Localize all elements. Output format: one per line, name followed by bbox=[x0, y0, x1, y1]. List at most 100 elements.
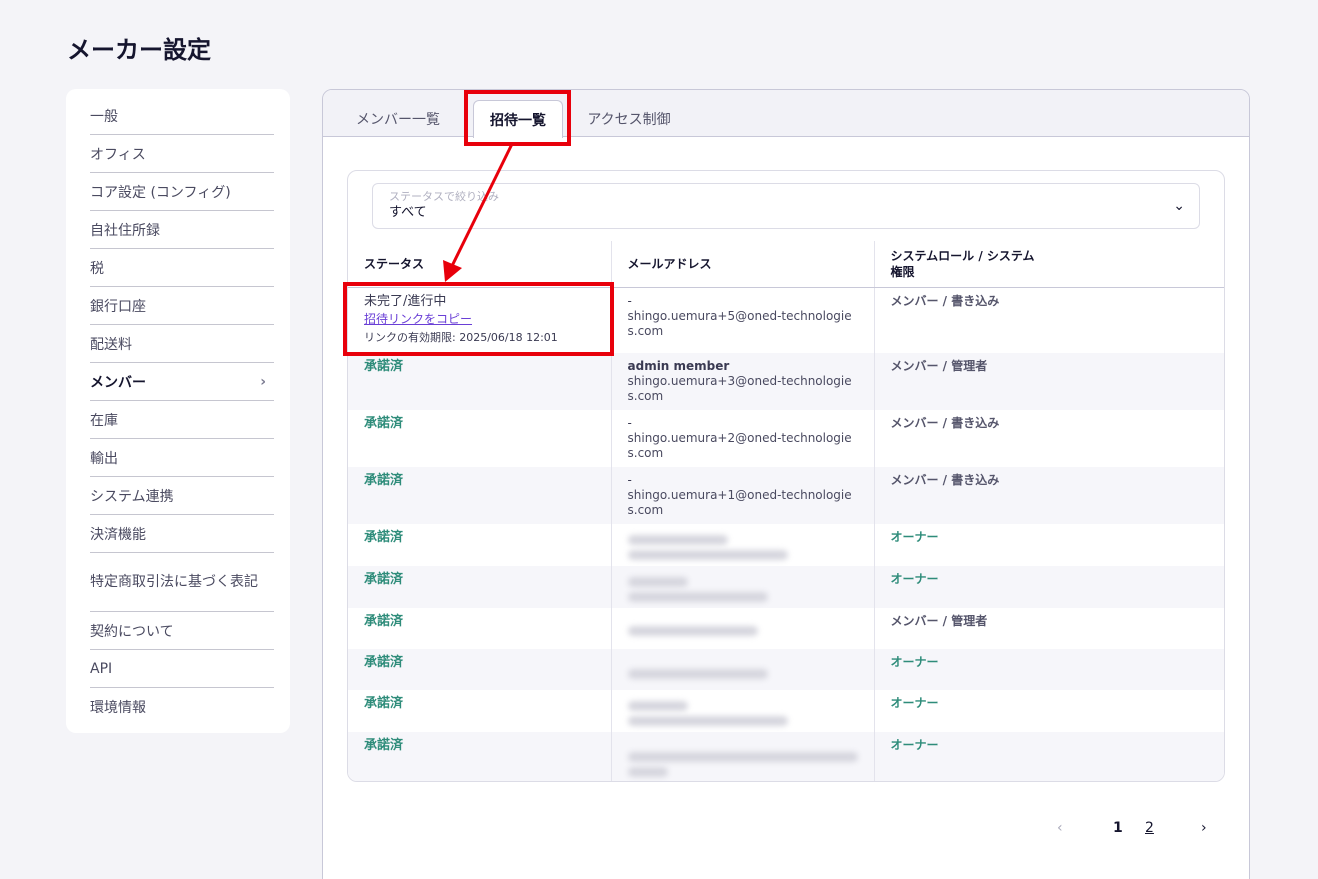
status-filter-select[interactable]: ステータスで絞り込み すべて ⌄ bbox=[372, 183, 1200, 229]
chevron-down-icon: ⌄ bbox=[1173, 198, 1185, 214]
role-text: オーナー bbox=[890, 572, 939, 586]
sidebar-item-label: API bbox=[90, 660, 113, 677]
table-header-row: ステータス メールアドレス システムロール / システム権限 bbox=[348, 241, 1224, 288]
chevron-right-icon: › bbox=[260, 373, 266, 390]
tab-invitation-list[interactable]: 招待一覧 bbox=[473, 100, 563, 138]
redacted-email bbox=[627, 626, 758, 636]
role-text: メンバー / 書き込み bbox=[890, 473, 1000, 487]
member-email: shingo.uemura+5@oned-technologies.com bbox=[627, 308, 852, 338]
sidebar-item-system-integration[interactable]: システム連携 bbox=[90, 477, 274, 515]
tab-member-list[interactable]: メンバー一覧 bbox=[343, 100, 453, 138]
redacted-email bbox=[627, 752, 858, 762]
filter-placeholder: ステータスで絞り込み bbox=[389, 190, 499, 203]
sidebar-item-label: 銀行口座 bbox=[90, 298, 146, 315]
redacted-email bbox=[627, 592, 768, 602]
table-row: 承諾済 - shingo.uemura+2@oned-technologies.… bbox=[348, 410, 1224, 467]
sidebar-item-address-book[interactable]: 自社住所録 bbox=[90, 211, 274, 249]
table-row: 承諾済 オーナー bbox=[348, 524, 1224, 566]
tab-bar: メンバー一覧 招待一覧 アクセス制御 bbox=[323, 90, 1249, 138]
sidebar-item-label: システム連携 bbox=[90, 488, 174, 505]
member-name: - bbox=[627, 293, 632, 308]
sidebar-item-bank-account[interactable]: 銀行口座 bbox=[90, 287, 274, 325]
sidebar-item-api[interactable]: API bbox=[90, 650, 274, 688]
sidebar-item-general[interactable]: 一般 bbox=[90, 97, 274, 135]
sidebar-item-export[interactable]: 輸出 bbox=[90, 439, 274, 477]
role-text: オーナー bbox=[890, 530, 939, 544]
member-email: shingo.uemura+3@oned-technologies.com bbox=[627, 374, 852, 403]
sidebar-item-label: 自社住所録 bbox=[90, 222, 160, 239]
column-header-email: メールアドレス bbox=[610, 241, 874, 288]
sidebar-item-label: オフィス bbox=[90, 146, 146, 163]
redacted-email bbox=[627, 577, 688, 587]
sidebar-item-label: コア設定 (コンフィグ) bbox=[90, 184, 231, 201]
sidebar-item-tax[interactable]: 税 bbox=[90, 249, 274, 287]
table-row: 承諾済 オーナー bbox=[348, 649, 1224, 690]
redacted-email bbox=[627, 701, 688, 711]
page-title: メーカー設定 bbox=[67, 36, 211, 64]
link-expiry: リンクの有効期限: 2025/06/18 12:01 bbox=[364, 330, 558, 344]
members-panel: メンバー一覧 招待一覧 アクセス制御 ステータスで絞り込み すべて ⌄ ステータ… bbox=[322, 89, 1250, 879]
page-1-button[interactable]: 1 bbox=[1113, 820, 1123, 836]
redacted-email bbox=[627, 535, 728, 545]
sidebar-item-label: メンバー bbox=[90, 374, 146, 391]
sidebar-item-commercial-law[interactable]: 特定商取引法に基づく表記 bbox=[90, 553, 274, 612]
status-text: 未完了/進行中 bbox=[364, 293, 447, 309]
role-text: オーナー bbox=[890, 655, 939, 669]
redacted-email bbox=[627, 550, 788, 560]
sidebar-item-payment[interactable]: 決済機能 bbox=[90, 515, 274, 553]
role-text: オーナー bbox=[890, 696, 939, 710]
pagination: ‹ 1 2 › bbox=[1053, 820, 1233, 844]
table-row: 承諾済 メンバー / 管理者 bbox=[348, 608, 1224, 649]
status-text: 承諾済 bbox=[364, 655, 404, 670]
sidebar-item-members[interactable]: メンバー › bbox=[90, 363, 274, 401]
sidebar-item-environment[interactable]: 環境情報 bbox=[90, 688, 274, 726]
next-page-button[interactable]: › bbox=[1201, 820, 1207, 836]
filter-value: すべて bbox=[389, 205, 427, 220]
status-text: 承諾済 bbox=[364, 359, 404, 374]
member-name: - bbox=[627, 473, 632, 487]
sidebar-item-label: 一般 bbox=[90, 108, 118, 125]
tab-access-control[interactable]: アクセス制御 bbox=[579, 100, 679, 138]
redacted-email bbox=[627, 716, 788, 726]
table-row: 承諾済 - shingo.uemura+1@oned-technologies.… bbox=[348, 467, 1224, 524]
sidebar-item-inventory[interactable]: 在庫 bbox=[90, 401, 274, 439]
member-name: admin member bbox=[627, 359, 730, 373]
table-row: 承諾済 admin member shingo.uemura+3@oned-te… bbox=[348, 353, 1224, 410]
column-header-role-text: システムロール / システム権限 bbox=[890, 248, 1035, 279]
status-text: 承諾済 bbox=[364, 416, 404, 431]
status-text: 承諾済 bbox=[364, 572, 404, 587]
sidebar-item-label: 環境情報 bbox=[90, 700, 146, 716]
column-header-status: ステータス bbox=[348, 241, 611, 288]
table-row: 承諾済 オーナー bbox=[348, 566, 1224, 608]
table-row: 承諾済 オーナー bbox=[348, 690, 1224, 732]
copy-invite-link[interactable]: 招待リンクをコピー bbox=[364, 312, 595, 327]
role-text: メンバー / 管理者 bbox=[890, 359, 988, 373]
table-row: 承諾済 オーナー bbox=[348, 732, 1224, 781]
sidebar-item-label: 特定商取引法に基づく表記 bbox=[90, 574, 258, 590]
member-email: shingo.uemura+2@oned-technologies.com bbox=[627, 431, 852, 460]
column-header-role: システムロール / システム権限 bbox=[873, 241, 1224, 288]
sidebar-item-label: 税 bbox=[90, 260, 104, 277]
sidebar-item-office[interactable]: オフィス bbox=[90, 135, 274, 173]
table-row: 未完了/進行中 招待リンクをコピー リンクの有効期限: 2025/06/18 1… bbox=[348, 287, 1224, 353]
prev-page-button[interactable]: ‹ bbox=[1057, 820, 1063, 836]
sidebar-item-core-config[interactable]: コア設定 (コンフィグ) bbox=[90, 173, 274, 211]
sidebar-item-shipping-fee[interactable]: 配送料 bbox=[90, 325, 274, 363]
redacted-email bbox=[627, 767, 668, 777]
status-text: 承諾済 bbox=[364, 473, 404, 488]
sidebar-item-label: 配送料 bbox=[90, 336, 132, 353]
role-text: メンバー / 管理者 bbox=[890, 614, 988, 628]
role-text: メンバー / 書き込み bbox=[890, 293, 1000, 308]
sidebar-item-contract[interactable]: 契約について bbox=[90, 612, 274, 650]
status-text: 承諾済 bbox=[364, 738, 404, 753]
sidebar-item-label: 契約について bbox=[90, 623, 174, 640]
page-2-button[interactable]: 2 bbox=[1145, 820, 1154, 836]
settings-sidebar: 一般 オフィス コア設定 (コンフィグ) 自社住所録 税 銀行口座 配送料 メン… bbox=[66, 89, 290, 733]
member-name: - bbox=[627, 416, 632, 430]
redacted-email bbox=[627, 669, 768, 679]
status-text: 承諾済 bbox=[364, 696, 404, 711]
role-text: メンバー / 書き込み bbox=[890, 416, 1000, 430]
member-email: shingo.uemura+1@oned-technologies.com bbox=[627, 488, 852, 517]
invitation-card: ステータスで絞り込み すべて ⌄ ステータス メールアドレス システムロール /… bbox=[347, 170, 1225, 782]
status-text: 承諾済 bbox=[364, 614, 404, 629]
